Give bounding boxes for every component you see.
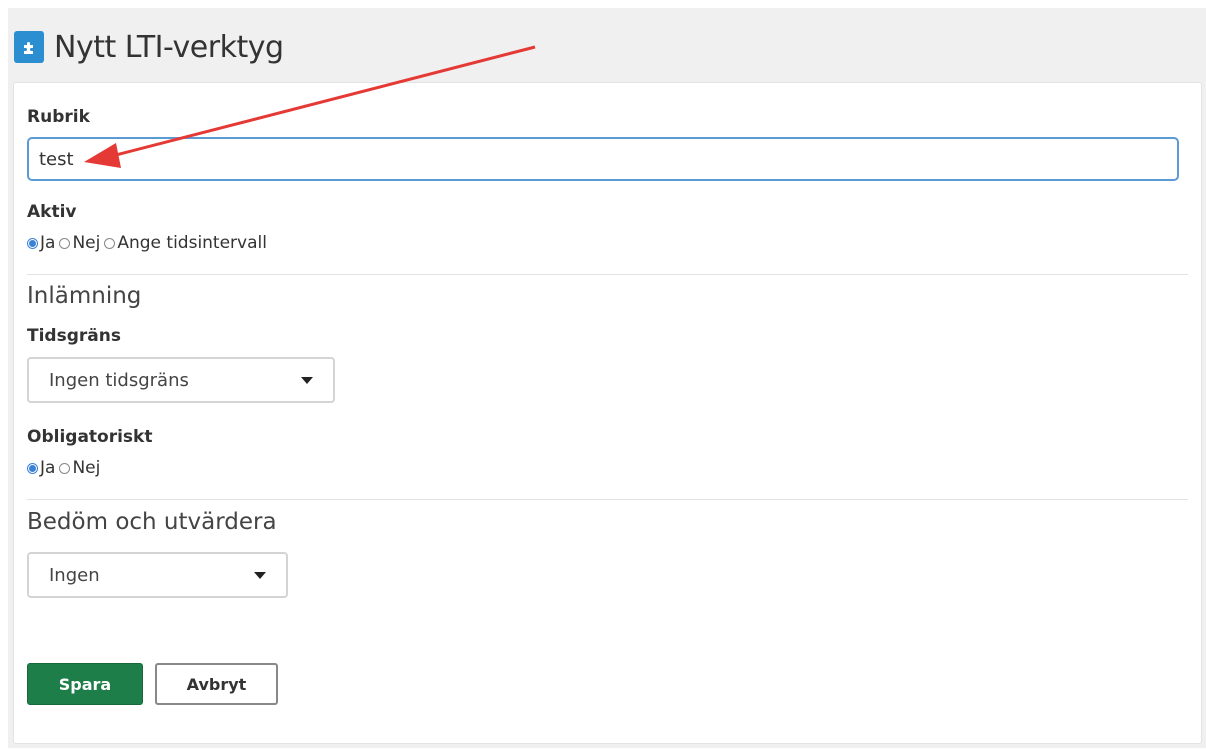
divider <box>27 499 1188 500</box>
obligatoriskt-label: Obligatoriskt <box>27 427 153 447</box>
page-header: Nytt LTI-verktyg <box>14 22 284 72</box>
rubrik-input[interactable] <box>27 137 1179 181</box>
aktiv-radio-nej[interactable]: Nej <box>59 233 100 253</box>
radio-unchecked-icon <box>104 237 116 249</box>
radio-checked-icon <box>27 462 38 474</box>
obligatoriskt-radio-ja[interactable]: Ja <box>27 458 55 478</box>
obligatoriskt-radio-nej[interactable]: Nej <box>59 458 100 478</box>
puzzle-document-icon <box>14 31 44 63</box>
radio-unchecked-icon <box>59 237 71 249</box>
tidsgrans-label: Tidsgräns <box>27 326 121 346</box>
rubrik-label: Rubrik <box>27 107 90 127</box>
chevron-down-icon <box>254 571 266 579</box>
divider <box>27 274 1188 275</box>
bedom-select[interactable]: Ingen <box>27 552 288 598</box>
chevron-down-icon <box>301 376 313 384</box>
page-title: Nytt LTI-verktyg <box>54 29 284 65</box>
aktiv-label: Aktiv <box>27 202 77 222</box>
save-button[interactable]: Spara <box>27 663 143 705</box>
aktiv-radio-tidsintervall[interactable]: Ange tidsintervall <box>104 233 267 253</box>
radio-unchecked-icon <box>59 462 71 474</box>
tidsgrans-select[interactable]: Ingen tidsgräns <box>27 357 335 403</box>
bedom-section-title: Bedöm och utvärdera <box>27 509 277 535</box>
form-card: Rubrik Aktiv Ja Nej Ange tidsintervall I… <box>13 82 1202 744</box>
aktiv-radio-ja[interactable]: Ja <box>27 233 55 253</box>
aktiv-radio-group: Ja Nej Ange tidsintervall <box>27 233 271 253</box>
radio-checked-icon <box>27 237 38 249</box>
inlamning-section-title: Inlämning <box>27 283 142 309</box>
cancel-button[interactable]: Avbryt <box>155 663 278 705</box>
obligatoriskt-radio-group: Ja Nej <box>27 458 104 478</box>
